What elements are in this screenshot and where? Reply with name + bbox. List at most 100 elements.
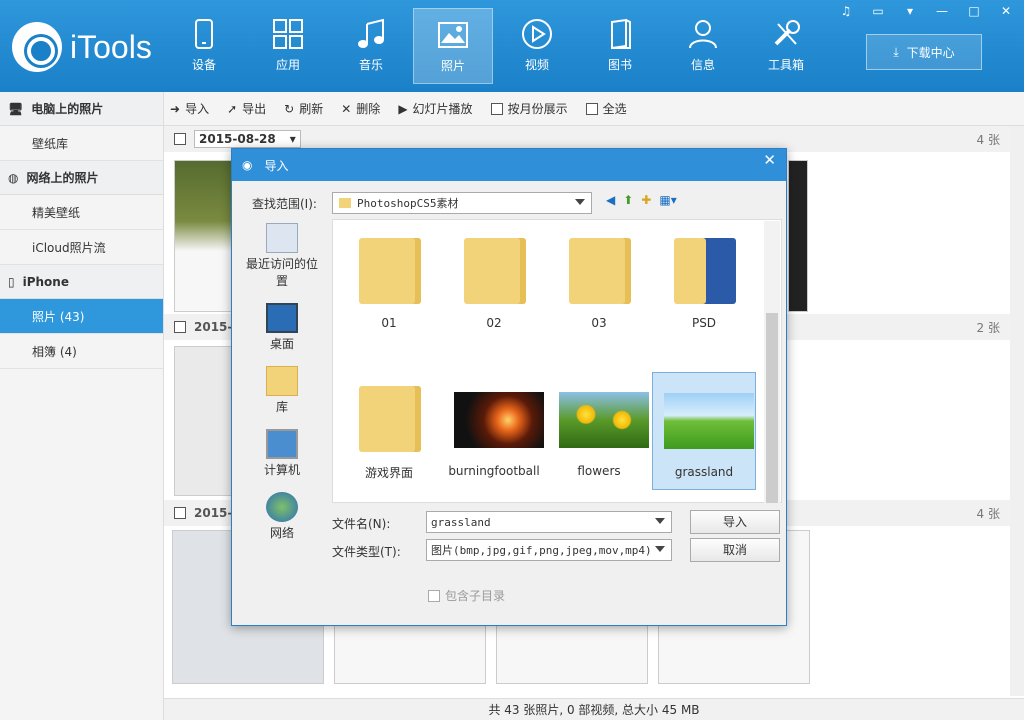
nav-apps[interactable]: 应用 bbox=[248, 8, 328, 84]
nav-books[interactable]: 图书 bbox=[580, 8, 660, 84]
place-recent[interactable]: 最近访问的位置 bbox=[242, 223, 322, 289]
slideshow-button[interactable]: ▶ 幻灯片播放 bbox=[398, 100, 472, 117]
place-library[interactable]: 库 bbox=[242, 366, 322, 415]
place-label: 最近访问的位置 bbox=[245, 257, 318, 288]
photo-thumbnail[interactable] bbox=[334, 620, 486, 684]
import-label: 导入 bbox=[185, 102, 210, 116]
place-desktop[interactable]: 桌面 bbox=[242, 303, 322, 352]
download-center-button[interactable]: ⤓ 下载中心 bbox=[866, 34, 982, 70]
place-computer[interactable]: 计算机 bbox=[242, 429, 322, 478]
select-all-checkbox[interactable]: 全选 bbox=[585, 100, 627, 117]
menu-icon[interactable]: ▾ bbox=[896, 2, 924, 20]
nav-toolbox[interactable]: 工具箱 bbox=[746, 8, 826, 84]
sidebar-item-wallpaper-lib[interactable]: 壁纸库 bbox=[0, 126, 163, 161]
music-mini-icon[interactable]: ♫ bbox=[832, 2, 860, 20]
sidebar-item-wallpapers[interactable]: 精美壁纸 bbox=[0, 195, 163, 230]
sidebar-section-iphone[interactable]: ▯ iPhone bbox=[0, 265, 163, 299]
cancel-label: 取消 bbox=[722, 543, 747, 557]
checkbox-icon bbox=[428, 589, 440, 602]
feedback-icon[interactable]: ▭ bbox=[864, 2, 892, 20]
import-button[interactable]: ➜ 导入 bbox=[170, 100, 209, 117]
sidebar-item-icloud[interactable]: iCloud照片流 bbox=[0, 230, 163, 265]
file-item-folder-02[interactable]: 02 bbox=[442, 224, 546, 330]
refresh-icon: ↻ bbox=[284, 101, 295, 116]
place-label: 网络 bbox=[269, 526, 294, 540]
nav-label: 视频 bbox=[524, 58, 549, 72]
lookin-select[interactable]: PhotoshopCS5素材 bbox=[332, 192, 592, 214]
itools-logo-icon bbox=[12, 22, 62, 72]
file-item-folder-03[interactable]: 03 bbox=[547, 224, 651, 330]
nav-label: 照片 bbox=[440, 59, 465, 73]
file-item-folder-game-ui[interactable]: 游戏界面 bbox=[337, 372, 441, 481]
back-icon[interactable]: ◀ bbox=[606, 193, 615, 207]
export-button[interactable]: ➚ 导出 bbox=[227, 100, 266, 117]
slideshow-label: 幻灯片播放 bbox=[412, 102, 473, 116]
filename-label: 文件名(N): bbox=[332, 517, 391, 531]
photo-thumbnail[interactable] bbox=[496, 620, 648, 684]
include-subdirs-checkbox[interactable]: 包含子目录 bbox=[428, 587, 505, 604]
sidebar-item-albums[interactable]: 相簿 (4) bbox=[0, 334, 163, 369]
close-icon[interactable]: ✕ bbox=[992, 2, 1020, 20]
dialog-titlebar[interactable]: ◉ 导入 bbox=[232, 149, 786, 181]
status-bar: 共 43 张照片, 0 部视频, 总大小 45 MB bbox=[164, 698, 1024, 720]
import-confirm-label: 导入 bbox=[722, 515, 747, 529]
group-date: 2015- bbox=[194, 320, 233, 334]
new-folder-icon[interactable]: ✚ bbox=[641, 193, 651, 207]
nav-photos[interactable]: 照片 bbox=[413, 8, 493, 84]
filetype-value: 图片(bmp,jpg,gif,png,jpeg,mov,mp4) bbox=[431, 544, 652, 557]
photo-thumbnail[interactable] bbox=[174, 160, 234, 312]
up-folder-icon[interactable]: ⬆ bbox=[623, 193, 633, 207]
chevron-down-icon bbox=[655, 518, 665, 524]
group-checkbox[interactable] bbox=[174, 507, 186, 519]
sidebar-section-web[interactable]: ◍ 网络上的照片 bbox=[0, 161, 163, 195]
place-network[interactable]: 网络 bbox=[242, 492, 322, 541]
sidebar-section-pc[interactable]: 🖥 电脑上的照片 bbox=[0, 92, 163, 126]
book-icon bbox=[611, 18, 631, 50]
cancel-button[interactable]: 取消 bbox=[690, 538, 780, 562]
sidebar-item-label: 相簿 (4) bbox=[32, 344, 77, 359]
import-dialog: ◉ 导入 ✕ 查找范围(I): PhotoshopCS5素材 ◀ ⬆ ✚ ▦▾ … bbox=[231, 148, 787, 626]
file-item-grassland[interactable]: grassland bbox=[652, 372, 756, 490]
file-label: 02 bbox=[486, 316, 502, 330]
date-select[interactable]: 2015-08-28 ▾ bbox=[194, 130, 301, 148]
group-checkbox[interactable] bbox=[174, 321, 186, 333]
subdir-label: 包含子目录 bbox=[445, 589, 506, 603]
main-scrollbar[interactable] bbox=[1010, 126, 1024, 696]
by-month-checkbox[interactable]: 按月份展示 bbox=[490, 100, 568, 117]
export-label: 导出 bbox=[242, 102, 267, 116]
sidebar-section-title: 网络上的照片 bbox=[26, 171, 99, 185]
maximize-icon[interactable]: □ bbox=[960, 2, 988, 20]
filename-input[interactable]: grassland bbox=[426, 511, 672, 533]
folder-icon bbox=[349, 378, 429, 458]
computer-icon bbox=[266, 429, 298, 459]
file-item-folder-01[interactable]: 01 bbox=[337, 224, 441, 330]
nav-messages[interactable]: 信息 bbox=[663, 8, 743, 84]
dialog-close-icon[interactable]: ✕ bbox=[763, 151, 776, 169]
import-confirm-button[interactable]: 导入 bbox=[690, 510, 780, 534]
group-checkbox[interactable] bbox=[174, 133, 186, 145]
sidebar-section-title: 电脑上的照片 bbox=[31, 102, 104, 116]
view-menu-icon[interactable]: ▦▾ bbox=[659, 193, 676, 207]
group-count: 2 张 bbox=[976, 320, 1000, 335]
nav-music[interactable]: 音乐 bbox=[331, 8, 411, 84]
nav-video[interactable]: 视频 bbox=[497, 8, 577, 84]
sidebar-item-photos[interactable]: 照片 (43) bbox=[0, 299, 163, 334]
delete-label: 删除 bbox=[356, 102, 381, 116]
by-month-label: 按月份展示 bbox=[507, 102, 568, 116]
download-center-label: 下载中心 bbox=[906, 45, 955, 60]
file-item-burningfootball[interactable]: burningfootball bbox=[442, 372, 546, 478]
photo-thumbnail[interactable] bbox=[788, 160, 808, 312]
file-item-flowers[interactable]: flowers bbox=[547, 372, 651, 478]
status-text: 共 43 张照片, 0 部视频, 总大小 45 MB bbox=[488, 703, 700, 717]
dialog-body: 查找范围(I): PhotoshopCS5素材 ◀ ⬆ ✚ ▦▾ 最近访问的位置… bbox=[232, 181, 786, 625]
phone-icon: ▯ bbox=[8, 274, 15, 289]
refresh-button[interactable]: ↻ 刷新 bbox=[284, 100, 323, 117]
photo-thumbnail[interactable] bbox=[174, 346, 234, 496]
minimize-icon[interactable]: — bbox=[928, 2, 956, 20]
file-item-folder-psd[interactable]: PSD bbox=[652, 224, 756, 330]
delete-button[interactable]: ✕ 删除 bbox=[341, 100, 380, 117]
nav-device[interactable]: 设备 bbox=[164, 8, 244, 84]
filetype-select[interactable]: 图片(bmp,jpg,gif,png,jpeg,mov,mp4) bbox=[426, 539, 672, 561]
scroll-thumb[interactable] bbox=[766, 313, 778, 503]
file-list-scrollbar[interactable] bbox=[764, 221, 780, 503]
